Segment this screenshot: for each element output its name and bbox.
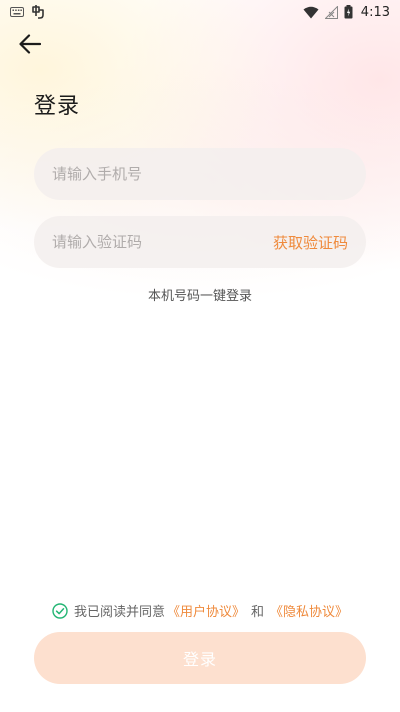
arrow-left-icon [19, 34, 41, 54]
one-click-login-link[interactable]: 本机号码一键登录 [148, 289, 252, 304]
code-field: 获取验证码 [34, 216, 366, 268]
one-click-login: 本机号码一键登录 [0, 285, 400, 304]
check-circle-icon[interactable] [52, 602, 68, 619]
login-button[interactable]: 登录 [34, 632, 366, 684]
app-notification-icon [32, 5, 44, 19]
login-screen: 4:13 登录 获取验证码 本机号码一键登录 我已阅读并同意 《用户协议》 和 … [0, 0, 400, 712]
phone-field [34, 148, 366, 200]
privacy-policy-link[interactable]: 《隐私协议》 [270, 601, 348, 620]
signal-icon [324, 5, 338, 19]
agreement-row: 我已阅读并同意 《用户协议》 和 《隐私协议》 [0, 601, 400, 620]
page-title: 登录 [34, 94, 81, 119]
status-time: 4:13 [360, 4, 390, 20]
battery-icon [344, 5, 353, 19]
wifi-icon [303, 6, 319, 18]
agreement-prefix: 我已阅读并同意 [73, 605, 165, 620]
code-input[interactable] [52, 233, 265, 251]
status-bar-left [10, 4, 46, 20]
phone-input[interactable] [52, 165, 348, 183]
keyboard-icon [10, 7, 24, 17]
back-button[interactable] [14, 28, 46, 60]
status-bar-right: 4:13 [303, 5, 390, 20]
user-agreement-link[interactable]: 《用户协议》 [167, 601, 245, 620]
get-code-button[interactable]: 获取验证码 [273, 232, 348, 253]
status-bar: 4:13 [0, 0, 400, 24]
agreement-and: 和 [251, 605, 265, 620]
